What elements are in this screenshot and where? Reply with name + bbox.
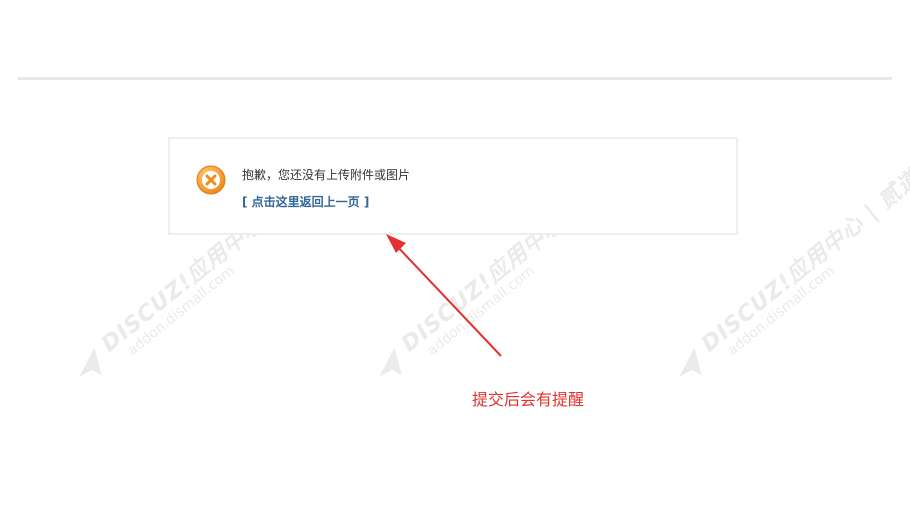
back-link[interactable]: [ 点击这里返回上一页 ] [242,193,369,210]
error-message-text: 抱歉，您还没有上传附件或图片 [242,168,411,182]
watermark-logo-icon [379,347,402,377]
header-divider [18,77,892,80]
watermark-logo-icon [79,347,102,377]
annotation-arrow-line [393,242,502,357]
error-message-box: 抱歉，您还没有上传附件或图片 [ 点击这里返回上一页 ] [168,137,738,235]
watermark-domain: addon.dismall.com [424,262,538,359]
watermark-logo-icon [679,347,702,377]
annotation-arrow-head [386,234,406,253]
watermark-domain: addon.dismall.com [724,262,838,359]
error-x-icon [196,165,226,195]
watermark-domain: addon.dismall.com [124,262,238,359]
annotation-note: 提交后会有提醒 [472,390,585,409]
page: DISCUZ!应用中心 | 贰道® addon.dismall.com DISC… [0,0,910,524]
